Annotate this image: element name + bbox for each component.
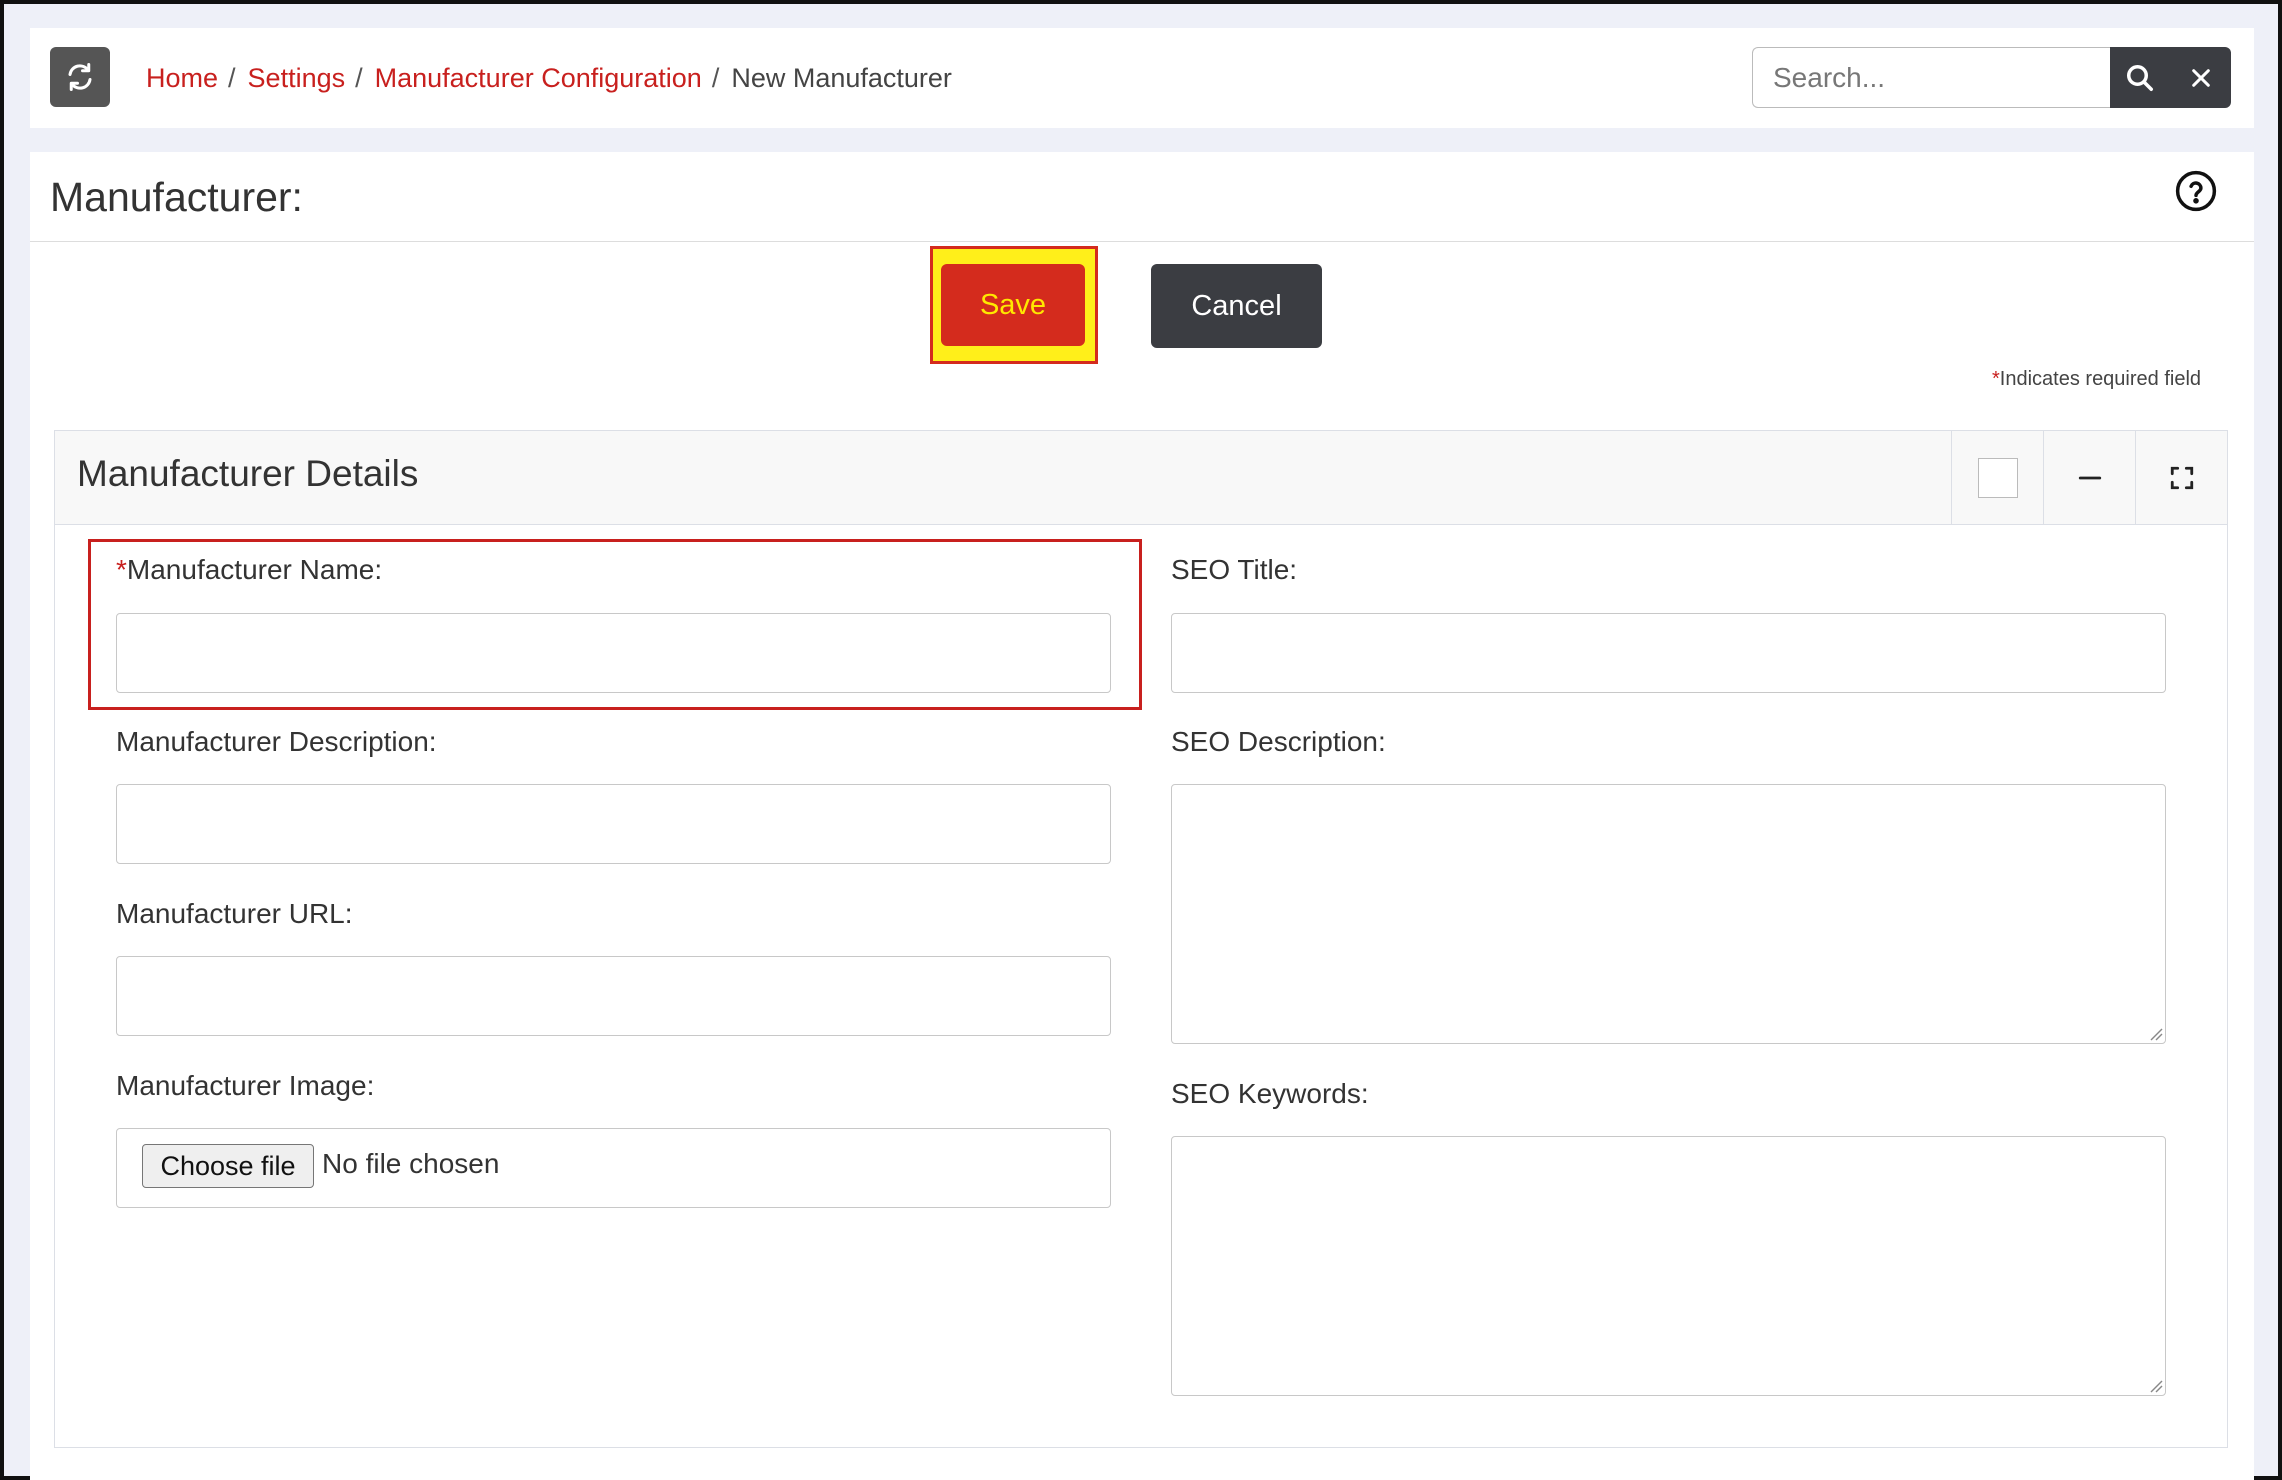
search-icon bbox=[2127, 64, 2153, 91]
manufacturer-description-field bbox=[116, 784, 1111, 864]
manufacturer-url-field bbox=[116, 956, 1111, 1036]
required-note-text: Indicates required field bbox=[1999, 368, 2202, 390]
seo-keywords-textarea[interactable] bbox=[1171, 1136, 2166, 1396]
card-expand-button[interactable] bbox=[2135, 431, 2227, 525]
seo-title-label: SEO Title: bbox=[1171, 554, 1298, 585]
card-select-tool[interactable] bbox=[1951, 431, 2043, 525]
seo-title-input[interactable] bbox=[1172, 614, 2165, 692]
card-minimize-button[interactable] bbox=[2043, 431, 2135, 525]
required-star: * bbox=[1992, 368, 2000, 390]
manufacturer-name-field bbox=[116, 613, 1111, 693]
close-icon bbox=[2191, 68, 2210, 87]
breadcrumb-separator: / bbox=[228, 62, 236, 93]
app-frame: Home / Settings / Manufacturer Configura… bbox=[0, 0, 2282, 1480]
refresh-button[interactable] bbox=[50, 47, 110, 107]
breadcrumb: Home / Settings / Manufacturer Configura… bbox=[146, 28, 952, 128]
seo-description-label: SEO Description: bbox=[1171, 726, 1386, 757]
breadcrumb-separator: / bbox=[711, 62, 720, 93]
seo-keywords-label: SEO Keywords: bbox=[1171, 1078, 1369, 1109]
required-star: * bbox=[116, 554, 127, 585]
seo-description-textarea[interactable] bbox=[1171, 784, 2166, 1044]
search-input[interactable] bbox=[1753, 48, 2110, 107]
manufacturer-name-label: *Manufacturer Name: bbox=[116, 554, 382, 586]
card-select-checkbox[interactable] bbox=[1977, 458, 2018, 498]
breadcrumb-current: New Manufacturer bbox=[731, 62, 952, 93]
help-circle-icon[interactable] bbox=[2175, 170, 2217, 212]
manufacturer-url-label: Manufacturer URL: bbox=[116, 898, 353, 929]
manufacturer-name-label-text: Manufacturer Name: bbox=[126, 554, 383, 585]
search-box bbox=[1752, 47, 2110, 108]
resize-grip-icon[interactable] bbox=[2149, 1027, 2163, 1041]
manufacturer-image-field: Choose file No file chosen bbox=[116, 1128, 1111, 1208]
breadcrumb-separator: / bbox=[355, 62, 363, 93]
expand-icon bbox=[2170, 466, 2193, 490]
file-status-text: No file chosen bbox=[322, 1148, 500, 1179]
manufacturer-description-input[interactable] bbox=[117, 785, 1110, 863]
page-title: Manufacturer: bbox=[50, 174, 303, 220]
top-bar: Home / Settings / Manufacturer Configura… bbox=[30, 28, 2254, 128]
manufacturer-image-label: Manufacturer Image: bbox=[116, 1070, 375, 1101]
seo-title-field bbox=[1171, 613, 2166, 693]
page-header: Manufacturer: bbox=[30, 152, 2254, 242]
cancel-button[interactable]: Cancel bbox=[1151, 264, 1322, 348]
manufacturer-description-label: Manufacturer Description: bbox=[116, 726, 437, 757]
resize-grip-icon[interactable] bbox=[2149, 1379, 2163, 1393]
card-title: Manufacturer Details bbox=[77, 453, 419, 494]
card-header: Manufacturer Details bbox=[55, 431, 2227, 525]
refresh-icon bbox=[68, 63, 92, 91]
manufacturer-url-input[interactable] bbox=[117, 957, 1110, 1035]
clear-search-button[interactable] bbox=[2170, 47, 2231, 108]
manufacturer-name-input[interactable] bbox=[117, 614, 1110, 692]
breadcrumb-home-link[interactable]: Home bbox=[146, 63, 218, 94]
minimize-icon bbox=[2078, 476, 2101, 480]
choose-file-button[interactable]: Choose file bbox=[142, 1144, 314, 1188]
required-field-note: *Indicates required field bbox=[1992, 368, 2201, 391]
breadcrumb-settings-link[interactable]: Settings bbox=[248, 63, 346, 94]
search-button[interactable] bbox=[2110, 47, 2170, 108]
breadcrumb-manufacturer-config-link[interactable]: Manufacturer Configuration bbox=[375, 63, 702, 94]
save-button[interactable]: Save bbox=[941, 264, 1085, 346]
